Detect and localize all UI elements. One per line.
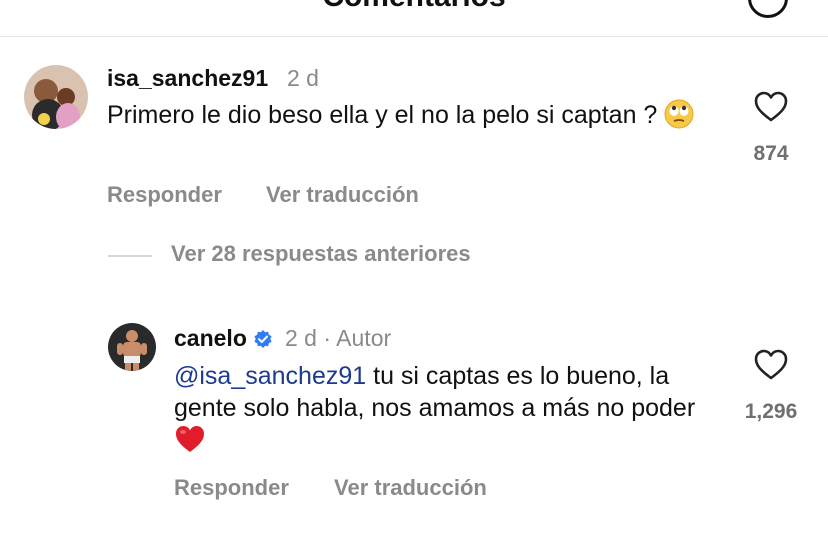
comment-text: Primero le dio beso ella y el no la pelo… <box>107 99 727 137</box>
page-title: Comentarios <box>0 0 828 14</box>
translate-button[interactable]: Ver traducción <box>334 475 487 501</box>
reply-text: @isa_sanchez91 tu si captas es lo bueno,… <box>174 360 714 462</box>
like-count: 874 <box>753 142 789 165</box>
reply-button[interactable]: Responder <box>107 182 222 208</box>
rolling-eyes-emoji-icon <box>664 99 694 137</box>
reply-meta: 2 d · Autor <box>285 325 391 352</box>
reply-button[interactable]: Responder <box>174 475 289 501</box>
like-heart-icon[interactable] <box>754 349 788 386</box>
reply-username: canelo <box>174 325 273 355</box>
comment-body: Primero le dio beso ella y el no la pelo… <box>107 101 658 129</box>
verified-badge-icon <box>253 328 273 355</box>
comments-header: Comentarios <box>0 0 828 37</box>
avatar[interactable] <box>24 65 88 129</box>
translate-button[interactable]: Ver traducción <box>266 182 419 208</box>
divider-line <box>108 255 152 257</box>
share-icon[interactable] <box>748 0 788 18</box>
view-replies-button[interactable]: Ver 28 respuestas anteriores <box>171 241 471 267</box>
like-count: 1,296 <box>744 400 798 423</box>
avatar[interactable] <box>108 323 156 371</box>
reply-username-text[interactable]: canelo <box>174 325 247 351</box>
author-label: Autor <box>336 325 392 351</box>
mention-link[interactable]: @isa_sanchez91 <box>174 362 366 390</box>
comment-time: 2 d <box>287 65 319 91</box>
meta-separator: · <box>323 325 332 351</box>
reply-time: 2 d <box>285 325 317 351</box>
red-heart-emoji-icon <box>174 424 206 462</box>
like-heart-icon[interactable] <box>754 91 788 128</box>
comment-username[interactable]: isa_sanchez91 <box>107 65 268 92</box>
